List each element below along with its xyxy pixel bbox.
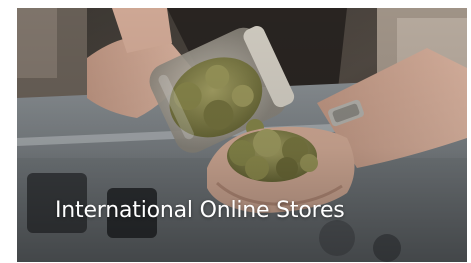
store-category-card[interactable]: International Online Stores [17,8,467,262]
photo-overlay [17,8,467,262]
card-title[interactable]: International Online Stores [55,198,445,223]
